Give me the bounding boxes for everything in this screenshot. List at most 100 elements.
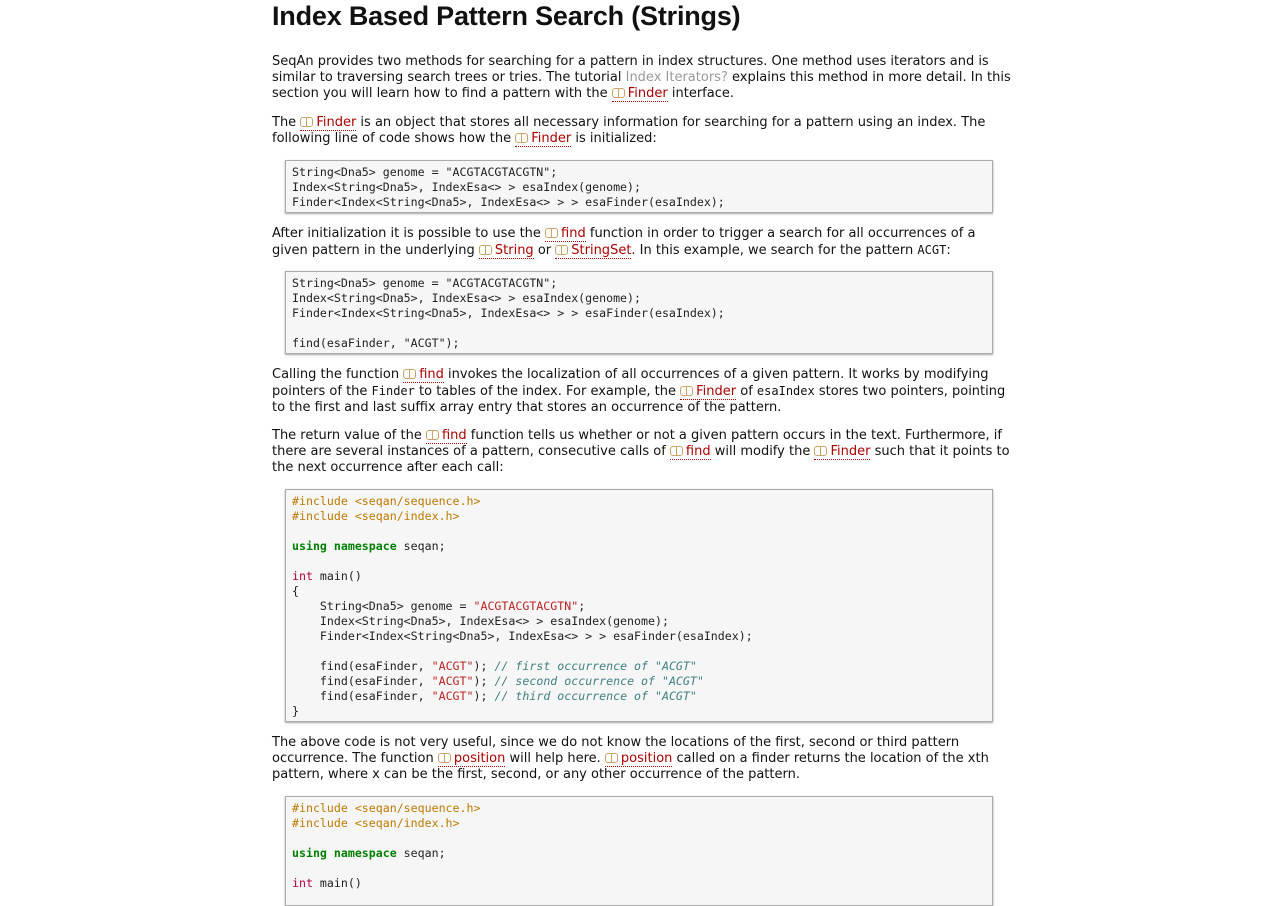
comment: // third occurrence of "ACGT" [494, 689, 697, 703]
finder-link[interactable]: Finder [515, 131, 572, 147]
link-label: Finder [696, 384, 737, 399]
code-line: String<Dna5> genome = "ACGTACGTACGTN"; [292, 165, 992, 180]
book-icon [555, 245, 569, 255]
code-line: Index<String<Dna5>, IndexEsa<> > esaInde… [292, 614, 992, 629]
book-icon [425, 430, 440, 440]
text: . In this example, we search for the pat… [631, 243, 918, 258]
find-link[interactable]: find [425, 428, 467, 444]
finder-link[interactable]: Finder [814, 444, 871, 460]
book-icon [680, 386, 694, 396]
preprocessor: #include <seqan/index.h> [292, 509, 460, 523]
intro-paragraph: SeqAn provides two methods for searching… [272, 54, 1012, 102]
code-text: Index<String<Dna5>, IndexEsa<> > esaInde… [292, 180, 642, 194]
comment: // first occurrence of "ACGT" [494, 659, 697, 673]
type-keyword: int [292, 569, 313, 583]
code-text: Index<String<Dna5>, IndexEsa<> > esaInde… [292, 614, 669, 628]
book-icon [611, 88, 626, 98]
stringset-link[interactable]: StringSet [555, 243, 632, 259]
text: or [533, 243, 556, 258]
code-text: Index<String<Dna5>, IndexEsa<> > esaInde… [292, 291, 642, 305]
code-line: find(esaFinder, "ACGT"); // first occurr… [292, 659, 992, 674]
text: is initialized: [571, 131, 657, 146]
code-text: main() [312, 569, 362, 583]
code-line: Finder<Index<String<Dna5>, IndexEsa<> > … [292, 629, 992, 644]
inline-code: esaIndex [756, 384, 815, 398]
code-line: Index<String<Dna5>, IndexEsa<> > esaInde… [292, 291, 992, 306]
code-text: find(esaFinder, "ACGT"); [292, 336, 460, 350]
code-line: #include <seqan/sequence.h> [292, 801, 992, 816]
book-icon [545, 228, 559, 238]
link-label: Finder [316, 115, 357, 130]
code-text: String<Dna5> genome = "ACGTACGTACGTN"; [292, 165, 558, 179]
code-line: int main() [292, 569, 992, 584]
text: The return value of the [272, 428, 426, 443]
finder-link[interactable]: Finder [300, 115, 357, 131]
text: : [946, 243, 951, 258]
code-line: using namespace seqan; [292, 539, 992, 554]
code-text: String<Dna5> genome = "ACGTACGTACGTN"; [292, 276, 558, 290]
code-block-finder-init[interactable]: String<Dna5> genome = "ACGTACGTACGTN"; I… [285, 160, 993, 213]
link-label: find [419, 367, 444, 382]
code-text: Finder<Index<String<Dna5>, IndexEsa<> > … [292, 195, 725, 209]
keyword: using namespace [292, 539, 397, 553]
find-link[interactable]: find [669, 444, 711, 460]
code-text: ); [473, 659, 495, 673]
code-line: #include <seqan/index.h> [292, 816, 992, 831]
index-iterators-link[interactable]: Index Iterators? [626, 70, 728, 85]
book-icon [300, 117, 314, 127]
code-line: using namespace seqan; [292, 846, 992, 861]
link-label: find [441, 428, 467, 443]
book-icon [814, 446, 828, 456]
book-icon [437, 753, 452, 763]
code-line: Finder<Index<String<Dna5>, IndexEsa<> > … [292, 306, 992, 321]
text: The [272, 115, 301, 130]
string-literal: "ACGT" [431, 689, 474, 703]
text: will help here. [505, 751, 605, 766]
text: to tables of the index. For example, the [414, 384, 681, 399]
text: After initialization it is possible to u… [272, 226, 546, 241]
find-link[interactable]: find [545, 226, 586, 242]
code-line: find(esaFinder, "ACGT"); // third occurr… [292, 689, 992, 704]
book-icon [604, 753, 619, 763]
text: interface. [667, 86, 734, 101]
text: of [736, 384, 757, 399]
string-literal: "ACGTACGTACGTN" [473, 599, 579, 613]
link-label: StringSet [571, 243, 632, 258]
string-link[interactable]: String [478, 243, 534, 259]
inline-code: ACGT [917, 243, 947, 257]
code-text: ); [473, 689, 495, 703]
type-keyword: int [292, 876, 313, 890]
code-block-consecutive-find[interactable]: #include <seqan/sequence.h> #include <se… [285, 489, 993, 722]
code-text: main() [312, 876, 362, 890]
position-link[interactable]: position [604, 751, 673, 767]
code-text: seqan; [396, 846, 446, 860]
link-label: Finder [830, 444, 871, 459]
text: will modify the [710, 444, 815, 459]
code-line: #include <seqan/index.h> [292, 509, 992, 524]
finder-link[interactable]: Finder [680, 384, 737, 400]
code-line: } [292, 704, 992, 719]
find-link[interactable]: find [403, 367, 444, 383]
string-literal: "ACGT" [431, 659, 474, 673]
book-icon [478, 245, 493, 255]
book-icon [515, 133, 529, 143]
code-line: find(esaFinder, "ACGT"); [292, 336, 992, 351]
code-line: find(esaFinder, "ACGT"); // second occur… [292, 674, 992, 689]
finder-link[interactable]: Finder [611, 86, 668, 102]
book-icon [669, 446, 684, 456]
position-link[interactable]: position [437, 751, 506, 767]
link-label: position [620, 751, 673, 766]
code-line: Finder<Index<String<Dna5>, IndexEsa<> > … [292, 195, 992, 210]
code-block-find-call[interactable]: String<Dna5> genome = "ACGTACGTACGTN"; I… [285, 271, 993, 354]
code-text: ); [473, 674, 495, 688]
finder-paragraph: The Finder is an object that stores all … [272, 115, 1012, 147]
code-text: String<Dna5> genome = [292, 599, 474, 613]
code-line: String<Dna5> genome = "ACGTACGTACGTN"; [292, 276, 992, 291]
code-text: Finder<Index<String<Dna5>, IndexEsa<> > … [292, 629, 753, 643]
code-line: #include <seqan/sequence.h> [292, 494, 992, 509]
book-icon [403, 369, 417, 379]
